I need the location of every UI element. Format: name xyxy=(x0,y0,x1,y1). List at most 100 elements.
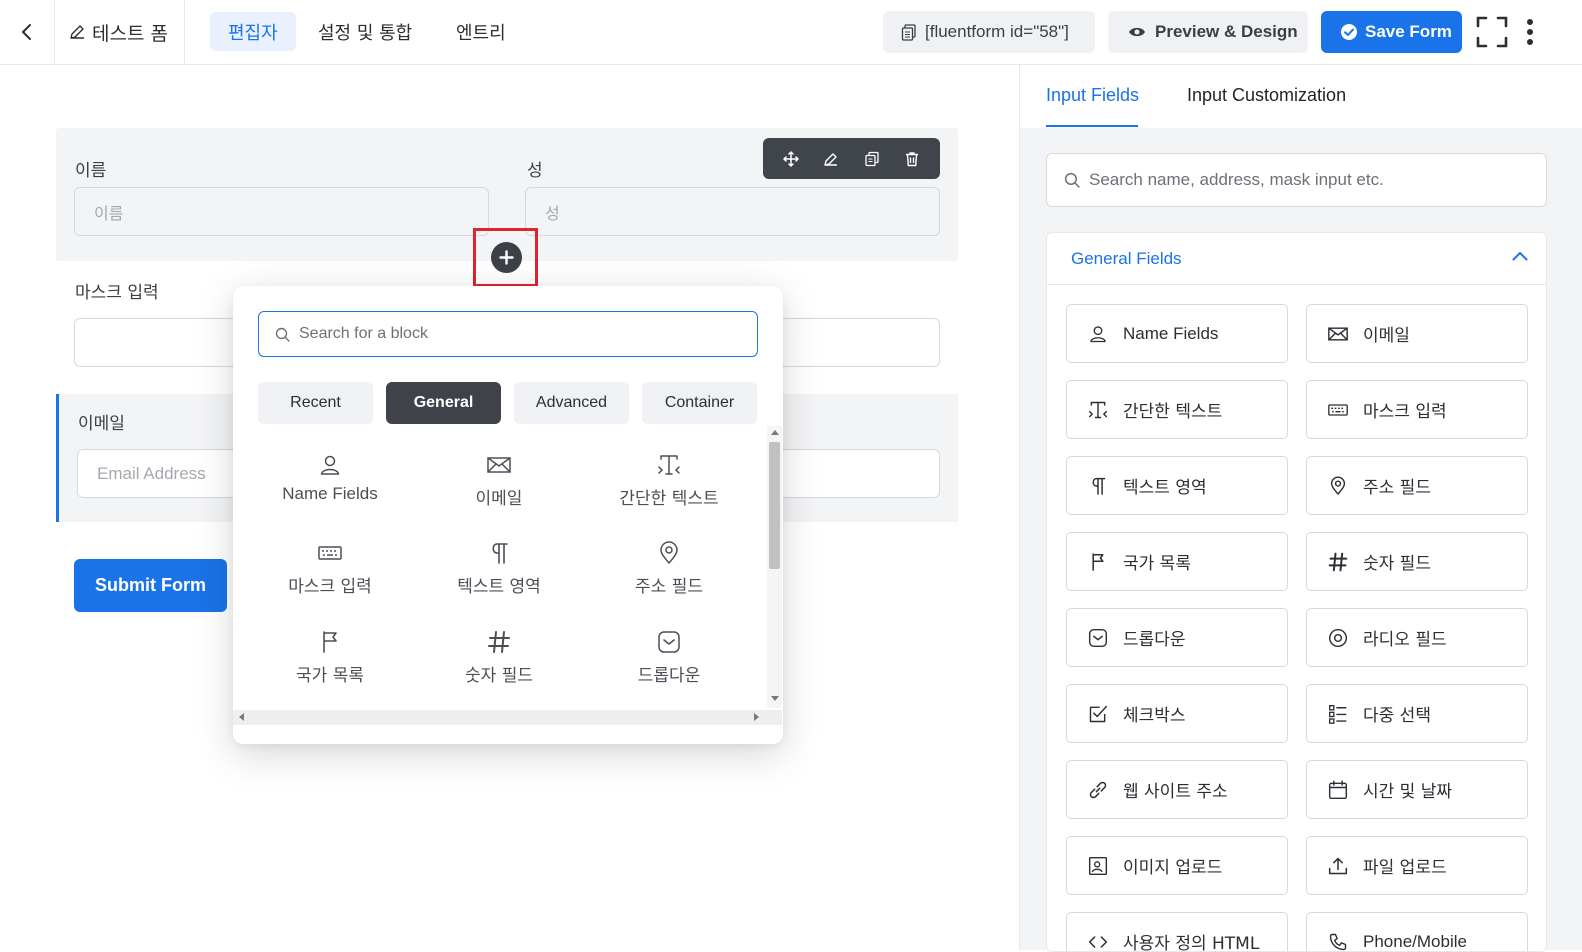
more-options-button[interactable] xyxy=(1520,16,1540,48)
duplicate-icon[interactable] xyxy=(858,145,886,173)
field-item-label: 드롭다운 xyxy=(1123,625,1186,650)
popover-horizontal-scrollbar[interactable] xyxy=(233,710,782,725)
block-item-address[interactable]: 주소 필드 xyxy=(594,540,744,610)
block-item-number[interactable]: 숫자 필드 xyxy=(424,629,574,699)
kebab-menu-icon xyxy=(1526,18,1534,46)
field-file-upload[interactable]: 파일 업로드 xyxy=(1306,836,1528,895)
field-website-url[interactable]: 웹 사이트 주소 xyxy=(1066,760,1288,819)
back-button[interactable] xyxy=(0,0,55,64)
field-date-time[interactable]: 시간 및 날짜 xyxy=(1306,760,1528,819)
trash-icon[interactable] xyxy=(898,145,926,173)
field-item-label: 이미지 업로드 xyxy=(1123,853,1222,878)
text-cursor-icon xyxy=(1087,399,1109,421)
tab-input-fields[interactable]: Input Fields xyxy=(1046,85,1139,106)
chevron-left-icon xyxy=(20,23,34,41)
copy-icon xyxy=(901,24,917,41)
field-toolbar xyxy=(763,138,940,179)
submit-form-button[interactable]: Submit Form xyxy=(74,559,227,612)
tab-input-customization[interactable]: Input Customization xyxy=(1187,85,1346,106)
form-title[interactable]: 테스트 폼 xyxy=(55,0,185,64)
scroll-down-arrow-icon[interactable] xyxy=(771,696,779,702)
popover-tab-general[interactable]: General xyxy=(386,382,501,424)
tab-entries[interactable]: 엔트리 xyxy=(438,12,524,51)
add-field-button[interactable] xyxy=(491,242,522,273)
field-checkbox[interactable]: 체크박스 xyxy=(1066,684,1288,743)
field-textarea[interactable]: 텍스트 영역 xyxy=(1066,456,1288,515)
scroll-left-arrow-icon[interactable] xyxy=(238,713,244,721)
last-name-label: 성 xyxy=(527,156,543,181)
field-radio[interactable]: 라디오 필드 xyxy=(1306,608,1528,667)
field-multi-select[interactable]: 다중 선택 xyxy=(1306,684,1528,743)
last-name-input[interactable]: 성 xyxy=(525,187,940,236)
first-name-placeholder: 이름 xyxy=(94,200,123,224)
block-item-simple-text[interactable]: 간단한 텍스트 xyxy=(594,452,744,522)
block-item-dropdown[interactable]: 드롭다운 xyxy=(594,629,744,699)
first-name-input[interactable]: 이름 xyxy=(74,187,489,236)
keyboard-icon xyxy=(1327,399,1349,421)
preview-design-button[interactable]: Preview & Design xyxy=(1108,11,1308,53)
map-pin-icon xyxy=(659,540,679,566)
mask-input-label: 마스크 입력 xyxy=(75,278,159,303)
top-bar: 테스트 폼 편집자 설정 및 통합 엔트리 [fluentform id="58… xyxy=(0,0,1582,65)
field-item-label: 라디오 필드 xyxy=(1363,625,1447,650)
field-email[interactable]: 이메일 xyxy=(1306,304,1528,363)
block-item-name-fields[interactable]: Name Fields xyxy=(255,452,405,522)
general-fields-group: General Fields Name Fields 이메일 간단한 텍스트 마… xyxy=(1046,232,1547,952)
shortcode-copy-button[interactable]: [fluentform id="58"] xyxy=(883,11,1095,53)
map-pin-icon xyxy=(1327,475,1349,497)
form-title-text: 테스트 폼 xyxy=(92,19,168,46)
popover-tab-recent[interactable]: Recent xyxy=(258,382,373,424)
field-item-label: 주소 필드 xyxy=(1363,473,1431,498)
scroll-up-arrow-icon[interactable] xyxy=(771,429,779,435)
field-custom-html[interactable]: 사용자 정의 HTML xyxy=(1066,912,1288,952)
tab-editor[interactable]: 편집자 xyxy=(210,12,296,51)
expand-icon xyxy=(1476,16,1508,48)
block-item-textarea[interactable]: 텍스트 영역 xyxy=(424,540,574,610)
block-item-email[interactable]: 이메일 xyxy=(424,452,574,522)
checkbox-icon xyxy=(1087,703,1109,725)
field-mask-input[interactable]: 마스크 입력 xyxy=(1306,380,1528,439)
save-form-button[interactable]: Save Form xyxy=(1321,11,1462,53)
popover-scroll-thumb[interactable] xyxy=(769,442,780,569)
search-icon xyxy=(1064,172,1080,188)
scroll-right-arrow-icon[interactable] xyxy=(754,713,760,721)
general-fields-header[interactable]: General Fields xyxy=(1047,233,1547,285)
paragraph-icon xyxy=(488,540,510,566)
tab-entries-label: 엔트리 xyxy=(456,19,506,45)
block-item-label: 국가 목록 xyxy=(296,661,364,686)
sidebar-tabs: Input Fields Input Customization xyxy=(1020,65,1582,128)
edit-icon[interactable] xyxy=(817,145,845,173)
field-address[interactable]: 주소 필드 xyxy=(1306,456,1528,515)
move-icon[interactable] xyxy=(777,145,805,173)
user-icon xyxy=(1087,323,1109,345)
field-item-label: Phone/Mobile xyxy=(1363,932,1467,952)
block-item-mask-input[interactable]: 마스크 입력 xyxy=(255,540,405,610)
tab-settings-integrations[interactable]: 설정 및 통합 xyxy=(300,12,430,51)
fullscreen-button[interactable] xyxy=(1476,16,1508,48)
pencil-icon xyxy=(68,23,86,41)
popover-tab-general-label: General xyxy=(414,394,474,412)
dropdown-icon xyxy=(1087,627,1109,649)
popover-tab-container[interactable]: Container xyxy=(642,382,757,424)
field-item-label: 파일 업로드 xyxy=(1363,853,1447,878)
field-search-input[interactable]: Search name, address, mask input etc. xyxy=(1046,153,1547,207)
block-item-label: Name Fields xyxy=(282,484,377,504)
popover-tab-advanced-label: Advanced xyxy=(536,394,607,412)
field-search-placeholder: Search name, address, mask input etc. xyxy=(1089,170,1384,190)
field-dropdown[interactable]: 드롭다운 xyxy=(1066,608,1288,667)
field-name-fields[interactable]: Name Fields xyxy=(1066,304,1288,363)
field-phone-mobile[interactable]: Phone/Mobile xyxy=(1306,912,1528,952)
eye-icon xyxy=(1128,26,1146,38)
block-search-input[interactable]: Search for a block xyxy=(258,311,758,357)
block-item-country-list[interactable]: 국가 목록 xyxy=(255,629,405,699)
field-image-upload[interactable]: 이미지 업로드 xyxy=(1066,836,1288,895)
field-simple-text[interactable]: 간단한 텍스트 xyxy=(1066,380,1288,439)
field-country-list[interactable]: 국가 목록 xyxy=(1066,532,1288,591)
first-name-label: 이름 xyxy=(75,156,106,181)
field-number[interactable]: 숫자 필드 xyxy=(1306,532,1528,591)
general-fields-title: General Fields xyxy=(1071,249,1182,269)
hash-icon xyxy=(487,629,511,655)
field-item-label: 시간 및 날짜 xyxy=(1363,777,1452,802)
popover-tab-advanced[interactable]: Advanced xyxy=(514,382,629,424)
popover-tab-container-label: Container xyxy=(665,394,734,412)
